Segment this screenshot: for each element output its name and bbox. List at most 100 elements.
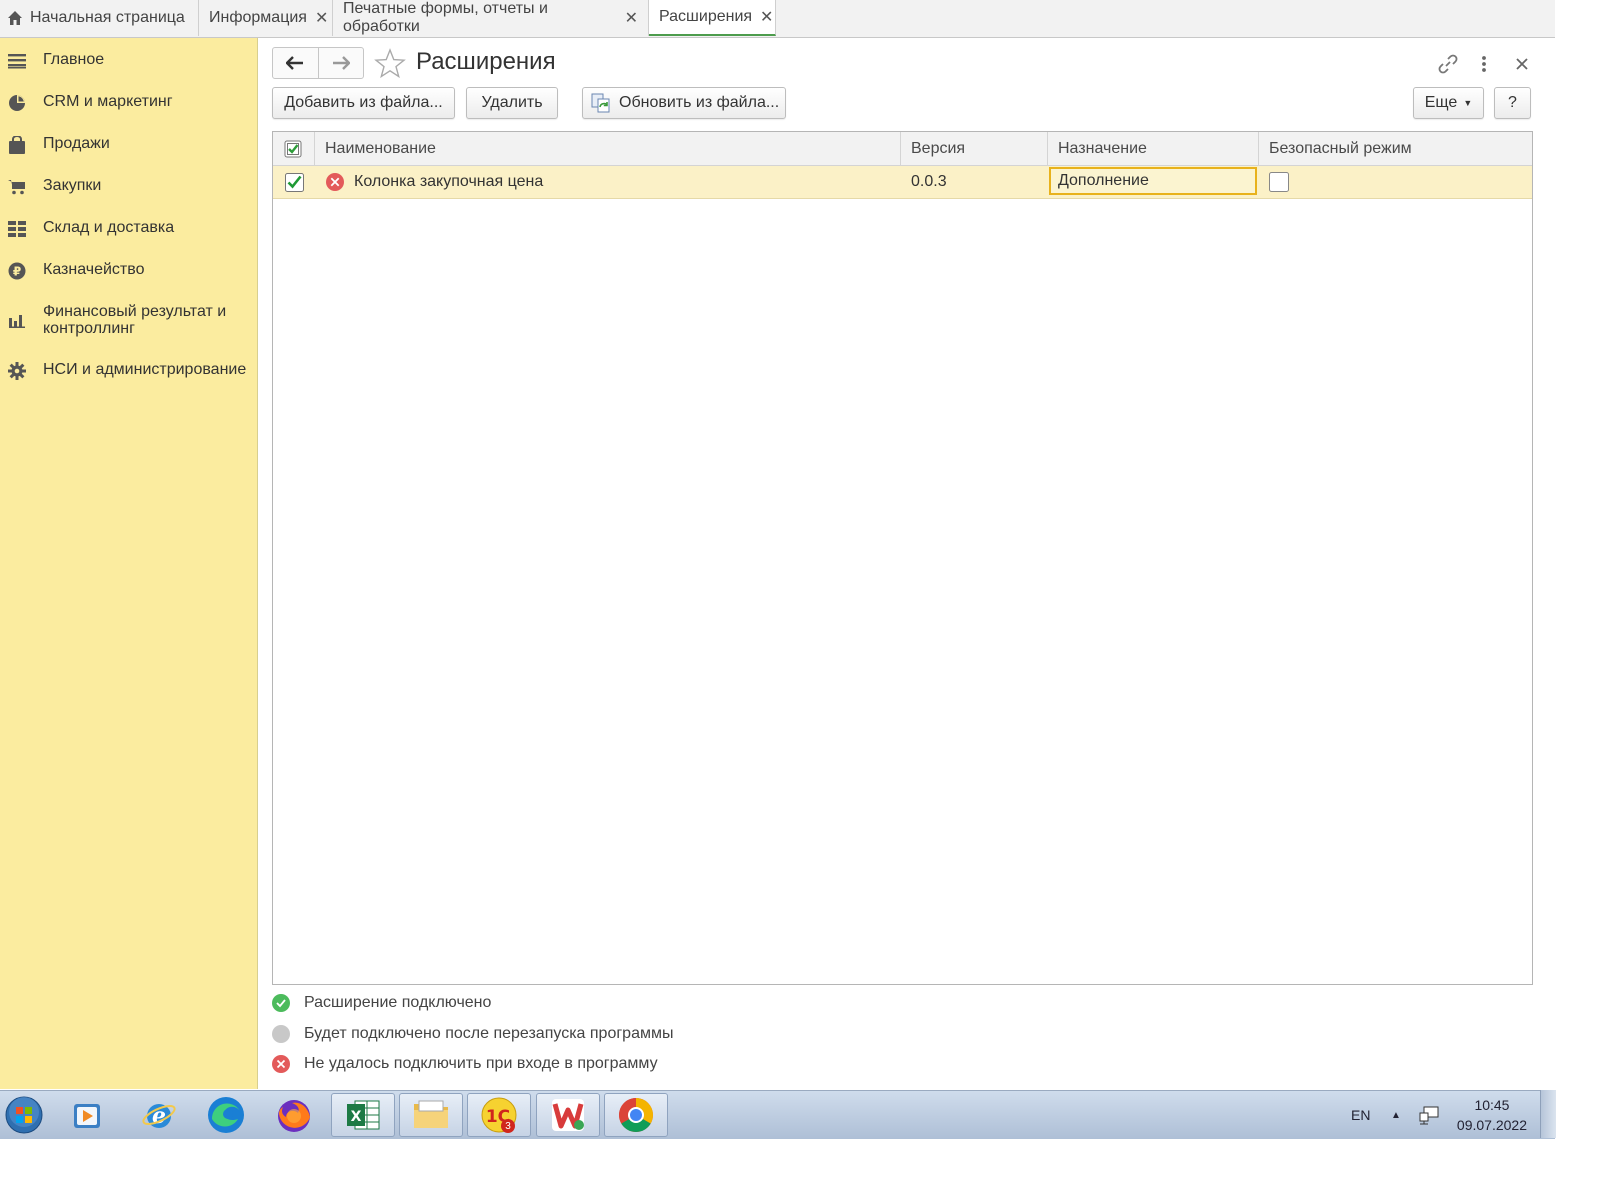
svg-text:₽: ₽: [13, 265, 21, 279]
right-margin: [1555, 0, 1600, 1139]
error-status-icon: [326, 173, 344, 191]
update-button-label: Обновить из файла...: [619, 94, 780, 111]
tab-information[interactable]: Информация ✕: [199, 0, 333, 36]
gear-icon: [8, 362, 26, 380]
sidebar-item-label: Финансовый результат и контроллинг: [43, 303, 227, 337]
tab-label: Начальная страница: [30, 9, 185, 26]
sidebar-item-crm[interactable]: CRM и маркетинг: [0, 93, 173, 112]
media-player-icon[interactable]: [56, 1093, 120, 1137]
sidebar-item-label: Главное: [43, 51, 105, 68]
legend-text: Не удалось подключить при входе в програ…: [304, 1055, 658, 1072]
add-from-file-button[interactable]: Добавить из файла...: [272, 87, 455, 119]
forward-button[interactable]: [319, 48, 364, 78]
sidebar-item-admin[interactable]: НСИ и администрирование: [0, 361, 246, 380]
row-active-checkbox[interactable]: [273, 166, 315, 198]
extensions-table: Наименование Версия Назначение Безопасны…: [272, 131, 1533, 985]
excel-icon[interactable]: X: [331, 1093, 395, 1137]
error-circle-icon: [272, 1055, 290, 1073]
more-button[interactable]: Еще ▼: [1413, 87, 1484, 119]
sidebar-item-label: Продажи: [43, 135, 110, 152]
tab-print-forms[interactable]: Печатные формы, отчеты и обработки ✕: [333, 0, 649, 36]
edge-icon[interactable]: [194, 1093, 258, 1137]
tab-bar: Начальная страница Информация ✕ Печатные…: [0, 0, 1600, 38]
file-explorer-icon[interactable]: [399, 1093, 463, 1137]
cell-version: 0.0.3: [911, 173, 947, 190]
pie-chart-icon: [8, 94, 26, 112]
firefox-icon[interactable]: [262, 1093, 326, 1137]
shopping-bag-icon: [8, 136, 26, 154]
tab-label: Информация: [209, 9, 307, 26]
page-title: Расширения: [416, 48, 556, 75]
close-window-icon[interactable]: [1510, 52, 1534, 76]
update-file-icon: [591, 93, 611, 113]
sidebar-item-label: Казначейство: [43, 261, 145, 278]
close-icon[interactable]: ✕: [315, 8, 328, 28]
close-icon[interactable]: ✕: [625, 8, 638, 28]
tray-expand-icon[interactable]: ▲: [1391, 1091, 1401, 1139]
cell-name: Колонка закупочная цена: [315, 166, 901, 198]
tab-extensions[interactable]: Расширения ✕: [649, 0, 776, 36]
home-icon: [0, 10, 30, 26]
more-button-label: Еще: [1424, 94, 1458, 111]
table-header: Наименование Версия Назначение Безопасны…: [273, 132, 1532, 166]
close-icon[interactable]: ✕: [760, 7, 773, 27]
network-icon[interactable]: [1418, 1091, 1440, 1139]
bar-chart-icon: [8, 312, 26, 330]
arrow-right-icon: [332, 56, 350, 70]
sidebar-item-label: НСИ и администрирование: [43, 361, 247, 378]
bottom-margin: [0, 1139, 1600, 1200]
internet-explorer-icon[interactable]: e: [127, 1093, 191, 1137]
column-header-name[interactable]: Наименование: [315, 132, 901, 165]
extension-name: Колонка закупочная цена: [354, 173, 544, 190]
language-indicator[interactable]: EN: [1351, 1091, 1370, 1139]
column-header-purpose[interactable]: Назначение: [1048, 132, 1259, 165]
column-header-safe-mode[interactable]: Безопасный режим: [1259, 132, 1532, 165]
column-header-version[interactable]: Версия: [901, 132, 1048, 165]
tab-label: Расширения: [659, 8, 753, 25]
system-clock[interactable]: 10:45 09.07.2022: [1457, 1095, 1527, 1135]
legend-item-pending: Будет подключено после перезапуска прогр…: [272, 1025, 673, 1043]
cart-icon: [8, 178, 26, 196]
nav-buttons: [272, 47, 364, 79]
more-vertical-icon[interactable]: [1472, 52, 1496, 76]
legend-text: Будет подключено после перезапуска прогр…: [304, 1025, 674, 1042]
legend-text: Расширение подключено: [304, 994, 492, 1011]
sidebar-item-financial-result[interactable]: Финансовый результат и контроллинг: [0, 303, 226, 337]
sidebar-item-label: Склад и доставка: [43, 219, 175, 236]
wps-icon[interactable]: [536, 1093, 600, 1137]
clock-date: 09.07.2022: [1456, 1117, 1527, 1133]
favorite-star-icon[interactable]: [374, 48, 406, 83]
tab-label: Печатные формы, отчеты и обработки: [343, 0, 548, 35]
tab-home[interactable]: Начальная страница: [0, 0, 199, 36]
sidebar-item-treasury[interactable]: ₽ Казначейство: [0, 261, 144, 280]
checkbox-checked-icon: [284, 140, 302, 157]
warehouse-grid-icon: [8, 220, 26, 238]
sidebar-item-sales[interactable]: Продажи: [0, 135, 110, 154]
sidebar-item-purchases[interactable]: Закупки: [0, 177, 101, 196]
1c-notification-badge: 3: [501, 1119, 515, 1133]
header-check-all[interactable]: [273, 132, 315, 165]
1c-icon[interactable]: 1С 3: [467, 1093, 531, 1137]
link-icon[interactable]: [1436, 52, 1460, 76]
safe-mode-checkbox[interactable]: [1269, 172, 1289, 192]
svg-text:X: X: [351, 1109, 362, 1125]
gray-circle-icon: [272, 1025, 290, 1043]
cell-safe-mode: [1259, 166, 1532, 198]
table-row[interactable]: Колонка закупочная цена 0.0.3 Дополнение: [273, 166, 1532, 199]
start-orb-icon[interactable]: [0, 1093, 56, 1137]
back-button[interactable]: [273, 48, 319, 78]
dropdown-arrow-icon: ▼: [1463, 98, 1473, 108]
arrow-left-icon: [286, 56, 304, 70]
ruble-coin-icon: ₽: [8, 262, 26, 280]
sidebar-item-warehouse[interactable]: Склад и доставка: [0, 219, 174, 238]
update-from-file-button[interactable]: Обновить из файла...: [582, 87, 786, 119]
sidebar-item-main[interactable]: Главное: [0, 51, 104, 70]
menu-lines-icon: [8, 52, 26, 70]
delete-button[interactable]: Удалить: [466, 87, 558, 119]
show-desktop-button[interactable]: [1540, 1090, 1556, 1138]
help-button[interactable]: ?: [1494, 87, 1531, 119]
chrome-icon[interactable]: [604, 1093, 668, 1137]
cell-purpose[interactable]: Дополнение: [1049, 167, 1257, 195]
check-circle-icon: [272, 994, 290, 1012]
taskbar: e X 1С 3 EN ▲ 10:45 09.07.2022: [0, 1090, 1555, 1139]
